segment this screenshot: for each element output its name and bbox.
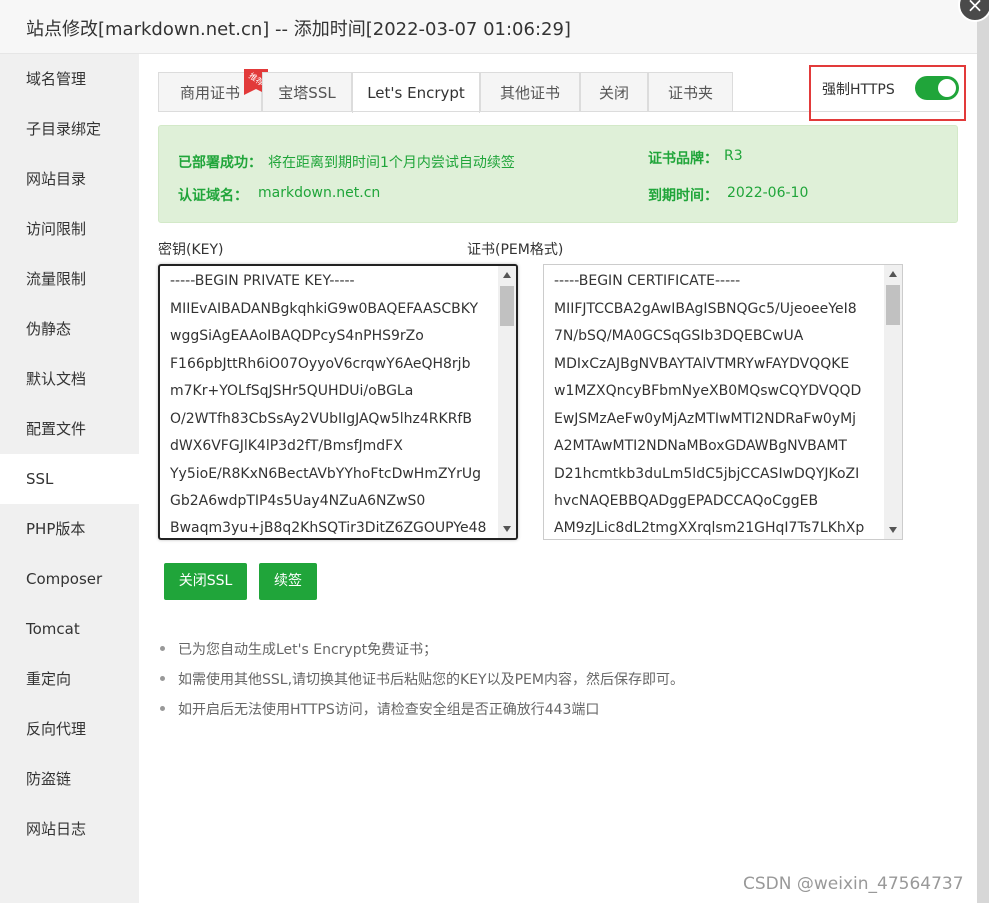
sidebar-item-reverse-proxy[interactable]: 反向代理 (0, 704, 139, 754)
bullet-icon (160, 706, 165, 711)
brand-label: 证书品牌： (648, 151, 718, 167)
key-line: O/2WTfh83CbSsAy2VUbIIgJAQw5lhz4RKRfB (170, 411, 472, 427)
deploy-value: 将在距离到期时间1个月内尝试自动续签 (268, 155, 515, 171)
sidebar-item-access-limit[interactable]: 访问限制 (0, 204, 139, 254)
certificate-textarea[interactable]: -----BEGIN CERTIFICATE----- MIIFJTCCBA2g… (543, 264, 903, 540)
sidebar-item-tomcat[interactable]: Tomcat (0, 604, 139, 654)
sidebar: 域名管理 子目录绑定 网站目录 访问限制 流量限制 伪静态 默认文档 配置文件 … (0, 54, 139, 903)
cert-line: w1MZXQncyBFbmNyeXB0MQswCQYDVQQD (554, 383, 862, 399)
cert-line: D21hcmtkb3duLm5ldC5jbjCCASIwDQYJKoZI (554, 466, 860, 482)
sidebar-item-traffic-limit[interactable]: 流量限制 (0, 254, 139, 304)
key-line: Yy5ioE/R8KxN6BectAVbYYhoFtcDwHmZYrUg (170, 466, 482, 482)
sidebar-item-ssl[interactable]: SSL (0, 454, 139, 504)
sidebar-item-domain[interactable]: 域名管理 (0, 54, 139, 104)
force-https-toggle[interactable] (915, 76, 959, 100)
cert-line: EwJSMzAeFw0yMjAzMTIwMTI2NDRaFw0yMj (554, 411, 857, 427)
toggle-knob (938, 79, 956, 97)
sidebar-item-redirect[interactable]: 重定向 (0, 654, 139, 704)
tab-cert-folder[interactable]: 证书夹 (648, 72, 733, 112)
tab-commercial-cert[interactable]: 商用证书 推荐 (158, 69, 268, 112)
expire-value: 2022-06-10 (727, 185, 809, 201)
force-https-label: 强制HTTPS (822, 82, 895, 98)
scroll-down-icon[interactable] (889, 527, 897, 533)
key-field-label: 密钥(KEY) (158, 242, 224, 258)
brand-value: R3 (724, 148, 743, 164)
bullet-icon (160, 646, 165, 651)
key-line: dWX6VFGJlK4lP3d2fT/BmsfJmdFX (170, 438, 403, 454)
cert-line: A2MTAwMTI2NDNaMBoxGDAWBgNVBAMT (554, 438, 847, 454)
scroll-up-icon[interactable] (889, 271, 897, 277)
cert-line: 7N/bSQ/MA0GCSqGSIb3DQEBCwUA (554, 328, 804, 344)
cert-line: hvcNAQEBBQADggEPADCCAQoCggEB (554, 493, 819, 509)
domain-label: 认证域名： (178, 188, 248, 204)
scroll-thumb[interactable] (886, 285, 900, 325)
cert-line: -----BEGIN CERTIFICATE----- (554, 273, 741, 289)
sidebar-item-default-doc[interactable]: 默认文档 (0, 354, 139, 404)
bullet-icon (160, 676, 165, 681)
tab-label: 商用证书 (179, 84, 240, 102)
backdrop-scroll-area (977, 0, 989, 903)
sidebar-item-composer[interactable]: Composer (0, 554, 139, 604)
scroll-thumb[interactable] (500, 286, 514, 326)
key-line: Bwaqm3yu+jB8q2KhSQTir3DitZ6ZGOUPYe48 (170, 520, 487, 536)
cert-field-label: 证书(PEM格式) (467, 242, 564, 258)
key-scrollbar[interactable] (498, 266, 516, 538)
deploy-label: 已部署成功： (178, 155, 262, 171)
tip-text: 如需使用其他SSL,请切换其他证书后粘贴您的KEY以及PEM内容，然后保存即可。 (178, 672, 684, 688)
key-line: -----BEGIN PRIVATE KEY----- (170, 273, 355, 289)
expire-label: 到期时间： (648, 188, 718, 204)
renew-button[interactable]: 续签 (259, 563, 317, 600)
sidebar-item-config[interactable]: 配置文件 (0, 404, 139, 454)
cert-scrollbar[interactable] (884, 265, 902, 539)
sidebar-item-site-log[interactable]: 网站日志 (0, 804, 139, 854)
key-line: m7Kr+YOLfSqJSHr5QUHDUi/oBGLa (170, 383, 414, 399)
key-line: F166pbJttRh6iO07OyyoV6crqwY6AeQH8rjb (170, 356, 471, 372)
private-key-textarea[interactable]: -----BEGIN PRIVATE KEY----- MIIEvAIBADAN… (158, 264, 518, 540)
sidebar-item-rewrite[interactable]: 伪静态 (0, 304, 139, 354)
ssl-status-panel: 已部署成功： 将在距离到期时间1个月内尝试自动续签 证书品牌： R3 认证域名：… (158, 125, 958, 223)
tab-bt-ssl[interactable]: 宝塔SSL (262, 72, 352, 112)
tip-text: 如开启后无法使用HTTPS访问，请检查安全组是否正确放行443端口 (178, 702, 600, 718)
dialog-title: 站点修改[markdown.net.cn] -- 添加时间[2022-03-07… (26, 19, 571, 40)
tab-close[interactable]: 关闭 (580, 72, 648, 112)
cert-line: MIIFJTCCBA2gAwIBAgISBNQGc5/UjeoeeYeI8 (554, 301, 857, 317)
watermark: CSDN @weixin_47564737 (743, 874, 964, 894)
tip-text: 已为您自动生成Let's Encrypt免费证书； (178, 642, 438, 658)
sidebar-item-site-dir[interactable]: 网站目录 (0, 154, 139, 204)
force-https-box: 强制HTTPS (809, 65, 966, 121)
close-ssl-button[interactable]: 关闭SSL (164, 563, 247, 600)
key-line: Gb2A6wdpTIP4s5Uay4NZuA6NZwS0 (170, 493, 426, 509)
cert-line: AM9zJLic8dL2tmgXXrqlsm21GHqI7Ts7LKhXp (554, 520, 865, 536)
sidebar-item-hotlink[interactable]: 防盗链 (0, 754, 139, 804)
scroll-up-icon[interactable] (503, 272, 511, 278)
sidebar-item-subdir[interactable]: 子目录绑定 (0, 104, 139, 154)
tab-lets-encrypt[interactable]: Let's Encrypt (352, 72, 480, 113)
cert-line: MDIxCzAJBgNVBAYTAlVTMRYwFAYDVQQKE (554, 356, 850, 372)
sidebar-item-php-version[interactable]: PHP版本 (0, 504, 139, 554)
key-line: wggSiAgEAAoIBAQDPcyS4nPHS9rZo (170, 328, 424, 344)
tab-other-cert[interactable]: 其他证书 (480, 72, 580, 112)
domain-value: markdown.net.cn (258, 185, 381, 201)
dialog-title-bar: 站点修改[markdown.net.cn] -- 添加时间[2022-03-07… (0, 0, 977, 54)
key-line: MIIEvAIBADANBgkqhkiG9w0BAQEFAASCBKY (170, 301, 479, 317)
scroll-down-icon[interactable] (503, 526, 511, 532)
site-edit-dialog: 站点修改[markdown.net.cn] -- 添加时间[2022-03-07… (0, 0, 989, 903)
